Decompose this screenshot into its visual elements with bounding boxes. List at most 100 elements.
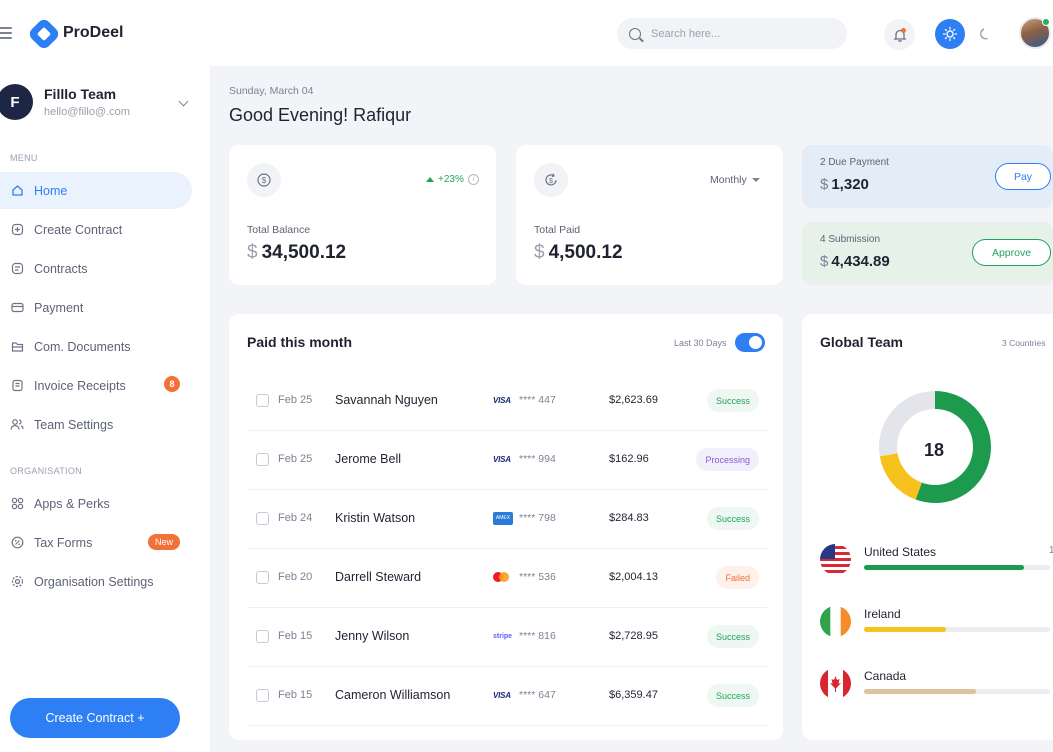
- card-brand: AMEX: [493, 511, 513, 525]
- row-checkbox[interactable]: [256, 689, 269, 702]
- svg-text:$: $: [549, 178, 553, 185]
- caret-down-icon: [751, 178, 760, 182]
- row-amount: $6,359.47: [609, 689, 658, 701]
- sidebar-item-label: Tax Forms: [34, 535, 93, 550]
- sidebar-item-contracts[interactable]: Contracts: [0, 250, 192, 287]
- country-progress-track: [864, 565, 1050, 570]
- refresh-dollar-icon: $: [534, 163, 568, 197]
- card-brand: VISA: [493, 452, 511, 466]
- plus-square-icon: [10, 223, 24, 237]
- row-checkbox[interactable]: [256, 453, 269, 466]
- prodeel-logo-icon: [27, 17, 61, 51]
- row-amount: $162.96: [609, 453, 649, 465]
- sidebar: F Filllo Team hello@fillo@.com MENU Home…: [0, 66, 210, 752]
- card-brand: [493, 570, 509, 584]
- team-logo: F: [0, 84, 33, 120]
- due-payment-card: 2 Due Payment $1,320 Pay: [802, 145, 1053, 208]
- sidebar-item-create-contract[interactable]: Create Contract: [0, 211, 192, 248]
- create-contract-button[interactable]: Create Contract +: [10, 698, 180, 738]
- country-progress-track: [864, 627, 1050, 632]
- trend-up-icon: [426, 177, 434, 182]
- balance-amount: $34,500.12: [247, 242, 346, 264]
- percent-icon: [10, 536, 24, 550]
- card-brand: stripe: [493, 629, 512, 643]
- sidebar-item-com-documents[interactable]: Com. Documents: [0, 328, 192, 365]
- ireland-flag-icon: [820, 606, 851, 637]
- row-date: Feb 25: [278, 394, 313, 406]
- row-amount: $284.83: [609, 512, 649, 524]
- card-icon: [10, 301, 24, 315]
- sidebar-item-label: Payment: [34, 300, 84, 315]
- submission-label: 4 Submission: [820, 234, 881, 245]
- total-paid-card: $ Monthly Total Paid $4,500.12: [516, 145, 783, 285]
- sun-icon: [942, 26, 958, 42]
- row-checkbox[interactable]: [256, 571, 269, 584]
- sidebar-item-team-settings[interactable]: Team Settings: [0, 406, 192, 443]
- row-date: Feb 15: [278, 689, 313, 701]
- row-date: Feb 15: [278, 630, 313, 642]
- sidebar-item-apps-perks[interactable]: Apps & Perks: [0, 485, 192, 522]
- visa-icon: VISA: [493, 395, 511, 405]
- mastercard-icon: [493, 572, 509, 582]
- pay-button[interactable]: Pay: [995, 163, 1051, 190]
- sidebar-item-organisation-settings[interactable]: Organisation Settings: [0, 563, 192, 600]
- card-number: **** 798: [519, 512, 556, 524]
- apps-icon: [10, 497, 24, 511]
- card-brand: VISA: [493, 393, 511, 407]
- row-name: Cameron Williamson: [335, 688, 451, 702]
- table-row[interactable]: Feb 15 Jenny Wilson stripe **** 816 $2,728.9…: [247, 608, 767, 667]
- card-number: **** 536: [519, 571, 556, 583]
- visa-icon: VISA: [493, 690, 511, 700]
- row-amount: $2,004.13: [609, 571, 658, 583]
- sidebar-item-label: Contracts: [34, 261, 88, 276]
- range-label: Last 30 Days: [674, 338, 727, 348]
- range-toggle[interactable]: [735, 333, 765, 352]
- table-row[interactable]: Feb 15 Cameron Williamson VISA **** 647 $6,3…: [247, 667, 767, 726]
- notification-button[interactable]: [884, 19, 915, 50]
- table-row[interactable]: Feb 24 Kristin Watson AMEX **** 798 $284.83 S…: [247, 490, 767, 549]
- row-name: Jenny Wilson: [335, 629, 410, 643]
- country-progress-fill: [864, 565, 1024, 570]
- sidebar-item-label: Organisation Settings: [34, 574, 154, 589]
- top-bar: ProDeel: [0, 0, 1053, 66]
- table-row[interactable]: Feb 25 Savannah Nguyen VISA **** 447 $2,623.…: [247, 372, 767, 431]
- row-checkbox[interactable]: [256, 630, 269, 643]
- paid-label: Total Paid: [534, 224, 581, 236]
- country-name: Canada: [864, 669, 907, 683]
- country-row: Ireland3: [820, 606, 1053, 646]
- chevron-down-icon[interactable]: [178, 96, 189, 107]
- search-input[interactable]: [651, 27, 831, 40]
- row-checkbox[interactable]: [256, 512, 269, 525]
- status-badge: Success: [706, 389, 759, 412]
- card-brand: VISA: [493, 688, 511, 702]
- table-row[interactable]: Feb 25 Jerome Bell VISA **** 994 $162.96 Proc…: [247, 431, 767, 490]
- receipt-icon: [10, 379, 24, 393]
- sidebar-item-home[interactable]: Home: [0, 172, 192, 209]
- table-row[interactable]: Feb 20 Darrell Steward **** 536 $2,004.13 Fa…: [247, 549, 767, 608]
- notification-dot: [901, 28, 906, 33]
- row-checkbox[interactable]: [256, 394, 269, 407]
- period-dropdown[interactable]: Monthly: [710, 174, 760, 186]
- row-name: Darrell Steward: [335, 570, 422, 584]
- row-date: Feb 25: [278, 453, 313, 465]
- canada-flag-icon: [820, 668, 851, 699]
- card-number: **** 447: [519, 394, 556, 406]
- status-badge: Failed: [716, 566, 759, 589]
- submission-value: 4,434.89: [831, 253, 890, 270]
- approve-button[interactable]: Approve: [972, 239, 1051, 266]
- card-number: **** 816: [519, 630, 556, 642]
- info-icon[interactable]: i: [467, 174, 479, 185]
- dark-mode-button[interactable]: [972, 19, 998, 49]
- paid-this-month-card: Paid this month Last 30 Days Feb 25 Savan…: [229, 314, 783, 740]
- sidebar-item-label: Home: [34, 183, 68, 198]
- country-progress-fill: [864, 627, 946, 632]
- sidebar-item-payment[interactable]: Payment: [0, 289, 192, 326]
- paid-amount: $4,500.12: [534, 242, 623, 264]
- team-name[interactable]: Filllo Team: [44, 86, 116, 102]
- light-mode-button[interactable]: [935, 19, 965, 49]
- amex-icon: AMEX: [493, 511, 513, 525]
- menu-icon[interactable]: [0, 27, 12, 39]
- new-badge: New: [148, 534, 181, 550]
- search-bar[interactable]: [617, 18, 847, 49]
- currency-symbol: $: [820, 176, 829, 193]
